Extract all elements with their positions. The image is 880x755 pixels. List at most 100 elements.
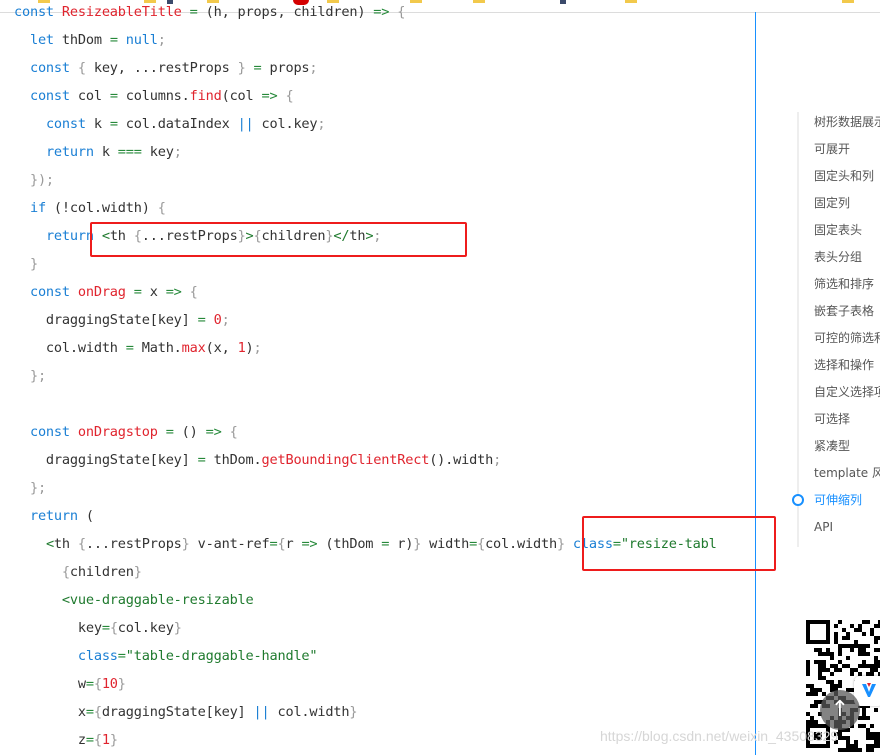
anchor-link[interactable]: template 风格的 API bbox=[814, 463, 880, 483]
code-token: ) bbox=[245, 340, 254, 356]
qr-module bbox=[846, 636, 850, 640]
anchor-link[interactable]: 紧凑型 bbox=[814, 436, 880, 456]
code-token: = bbox=[253, 60, 262, 76]
code-token: return bbox=[45, 144, 102, 160]
qr-module bbox=[850, 672, 854, 676]
code-line: z={1} bbox=[14, 726, 118, 754]
code-token: (col bbox=[221, 88, 262, 104]
code-line: const ResizeableTitle = (h, props, child… bbox=[14, 0, 405, 26]
code-token: find bbox=[189, 88, 222, 104]
code-block: const ResizeableTitle = (h, props, child… bbox=[0, 0, 755, 755]
code-token: } bbox=[133, 564, 142, 580]
code-token: } bbox=[349, 704, 358, 720]
anchor-link[interactable]: API bbox=[814, 517, 880, 537]
code-token: => bbox=[165, 284, 182, 300]
code-token: { bbox=[93, 732, 102, 748]
code-token: col.key bbox=[253, 116, 318, 132]
qr-module bbox=[838, 684, 842, 688]
qr-module bbox=[874, 640, 878, 644]
anchor-link[interactable]: 固定列 bbox=[814, 193, 880, 213]
code-line: if (!col.width) { bbox=[14, 194, 166, 222]
code-token: { bbox=[389, 4, 406, 20]
code-token: col.dataIndex bbox=[117, 116, 238, 132]
code-token: = bbox=[109, 32, 118, 48]
anchor-link[interactable]: 表头分组 bbox=[814, 247, 880, 267]
bookmark-folder-icon[interactable] bbox=[842, 0, 854, 3]
anchor-link[interactable]: 筛选和排序 bbox=[814, 274, 880, 294]
code-token: thDom. bbox=[205, 452, 262, 468]
code-token: { bbox=[77, 536, 86, 552]
code-token: = bbox=[197, 452, 206, 468]
code-token: r bbox=[285, 536, 302, 552]
back-to-top-button[interactable]: ↑ bbox=[820, 690, 860, 730]
anchor-nav: 树形数据展示 可展开固定头和列固定列固定表头表头分组筛选和排序嵌套子表格可控的筛选… bbox=[792, 108, 880, 548]
code-token: z bbox=[14, 732, 86, 748]
code-token: ( bbox=[85, 508, 94, 524]
code-token: = bbox=[109, 116, 118, 132]
code-token: = bbox=[125, 340, 134, 356]
qr-module bbox=[846, 656, 850, 660]
code-token: w bbox=[14, 676, 86, 692]
code-line: draggingState[key] = 0; bbox=[14, 306, 230, 334]
anchor-link[interactable]: 可选择 bbox=[814, 409, 880, 429]
code-token: || bbox=[253, 704, 270, 720]
anchor-link[interactable]: 可伸缩列 bbox=[814, 490, 880, 510]
code-token: col.width bbox=[14, 340, 126, 356]
code-line: w={10} bbox=[14, 670, 126, 698]
code-line: }); bbox=[14, 166, 54, 194]
content-divider bbox=[755, 12, 756, 755]
anchor-link[interactable]: 选择和操作 bbox=[814, 355, 880, 375]
code-token: "table-draggable-handle" bbox=[125, 648, 318, 664]
code-token: const bbox=[14, 4, 62, 20]
code-token: = bbox=[189, 4, 198, 20]
code-token: = bbox=[85, 676, 94, 692]
code-token: key bbox=[141, 144, 174, 160]
code-token: columns. bbox=[117, 88, 190, 104]
qr-module bbox=[858, 748, 862, 752]
code-token: { bbox=[157, 200, 166, 216]
qr-module bbox=[838, 620, 842, 624]
code-line: const onDrag = x => { bbox=[14, 278, 198, 306]
qr-module bbox=[830, 672, 834, 676]
code-token: => bbox=[301, 536, 318, 552]
code-token: let bbox=[29, 32, 62, 48]
highlight-box-class-attr bbox=[582, 516, 776, 571]
anchor-link[interactable]: 固定头和列 bbox=[814, 166, 880, 186]
code-line: }; bbox=[14, 474, 46, 502]
qr-module bbox=[806, 672, 810, 676]
code-token: draggingState[key] bbox=[101, 704, 254, 720]
qr-module bbox=[866, 644, 870, 648]
code-token: ; bbox=[309, 60, 318, 76]
anchor-link[interactable]: 嵌套子表格 bbox=[814, 301, 880, 321]
watermark-text: https://blog.csdn.net/weixin_43508329 bbox=[600, 728, 839, 744]
anchor-link[interactable]: 可展开 bbox=[814, 139, 880, 159]
anchor-link[interactable]: 树形数据展示 bbox=[814, 112, 880, 132]
code-token: return bbox=[29, 508, 86, 524]
code-token: ().width bbox=[429, 452, 494, 468]
code-token: (thDom bbox=[317, 536, 382, 552]
code-token: v-ant-ref bbox=[189, 536, 270, 552]
code-token: ; bbox=[253, 340, 262, 356]
code-token: if bbox=[29, 200, 54, 216]
code-token: k bbox=[93, 116, 110, 132]
code-token: { bbox=[109, 620, 118, 636]
code-token: = bbox=[85, 732, 94, 748]
code-token: const bbox=[29, 424, 78, 440]
anchor-link[interactable]: 可控的筛选和排序 bbox=[814, 328, 880, 348]
code-line: const { key, ...restProps } = props; bbox=[14, 54, 318, 82]
anchor-active-dot-icon bbox=[792, 494, 804, 506]
code-token: const bbox=[29, 88, 78, 104]
anchor-link[interactable]: 固定表头 bbox=[814, 220, 880, 240]
code-token: { bbox=[277, 88, 294, 104]
anchor-link[interactable]: 自定义选择项 bbox=[814, 382, 880, 402]
